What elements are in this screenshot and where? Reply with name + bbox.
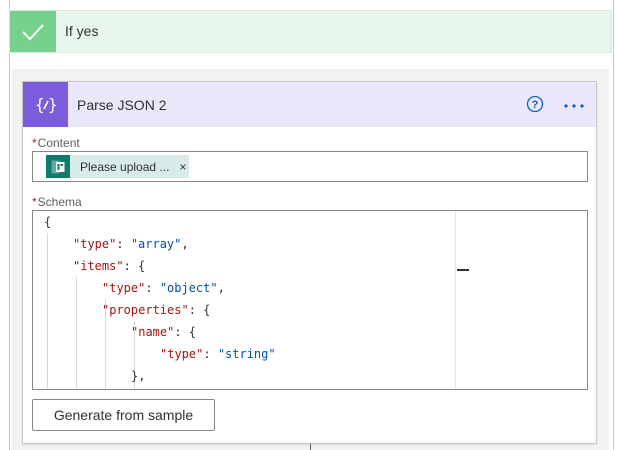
schema-code[interactable]: {"type": "array", "items": {"type": "obje… <box>33 211 455 389</box>
json-braces-icon: { } <box>23 82 68 127</box>
code-line: }, <box>131 365 145 387</box>
json-punctuation: : <box>203 347 218 361</box>
code-line: "type": "string" <box>160 343 276 365</box>
json-punctuation: , <box>181 237 189 251</box>
more-options-icon[interactable] <box>563 94 585 112</box>
indent-guide <box>76 277 77 389</box>
minimap-divider <box>455 211 456 389</box>
schema-label-text: Schema <box>37 195 82 209</box>
json-key: "type" <box>160 347 204 361</box>
code-line: { <box>44 211 51 233</box>
svg-text:{: { <box>35 95 45 114</box>
flow-connector-line <box>310 444 311 450</box>
close-icon[interactable]: × <box>179 160 186 174</box>
json-key: "type" <box>102 281 146 295</box>
check-icon <box>10 11 56 52</box>
overview-ruler-marker <box>457 269 469 271</box>
json-punctuation: : <box>116 237 131 251</box>
token-label: Please upload ... <box>80 159 170 174</box>
svg-text:?: ? <box>532 99 539 111</box>
code-line: "link": { <box>131 387 196 389</box>
json-string: "object" <box>159 281 218 295</box>
action-title: Parse JSON 2 <box>77 97 167 113</box>
code-line: "type": "object", <box>102 277 225 299</box>
if-yes-branch-header[interactable]: If yes <box>9 10 612 53</box>
json-punctuation: : { <box>174 325 197 339</box>
help-circle-icon[interactable]: ? <box>526 95 544 113</box>
code-line: "type": "array", <box>73 233 189 255</box>
required-marker: * <box>32 195 37 209</box>
json-punctuation: : { <box>123 259 146 273</box>
json-punctuation: , <box>217 281 225 295</box>
action-card-header[interactable]: { } Parse JSON 2 ? <box>23 82 596 127</box>
schema-label: *Schema <box>32 195 82 209</box>
schema-code-editor[interactable]: {"type": "array", "items": {"type": "obje… <box>32 210 588 390</box>
code-line: "properties": { <box>102 299 210 321</box>
json-key: "name" <box>131 325 175 339</box>
indent-guide <box>47 233 48 389</box>
content-field[interactable]: Please upload ... × <box>32 151 588 182</box>
json-string: "array" <box>130 237 182 251</box>
parse-json-action-card: { } Parse JSON 2 ? *Content Please uploa… <box>22 81 597 444</box>
json-key: "properties" <box>102 303 189 317</box>
required-marker: * <box>32 136 37 150</box>
json-punctuation: }, <box>131 369 146 383</box>
dynamic-content-token[interactable]: Please upload ... × <box>46 155 189 178</box>
json-punctuation: : <box>145 281 160 295</box>
json-string: "string" <box>217 347 276 361</box>
branch-title: If yes <box>65 23 99 39</box>
forms-icon <box>46 155 70 178</box>
generate-from-sample-button[interactable]: Generate from sample <box>32 399 215 431</box>
json-key: "items" <box>73 259 124 273</box>
svg-text:}: } <box>48 95 58 114</box>
json-punctuation: { <box>44 215 52 229</box>
code-line: "name": { <box>131 321 196 343</box>
content-label-text: Content <box>37 136 80 150</box>
code-line: "items": { <box>73 255 145 277</box>
content-label: *Content <box>32 136 80 150</box>
json-key: "type" <box>73 237 117 251</box>
json-punctuation: : { <box>188 303 211 317</box>
